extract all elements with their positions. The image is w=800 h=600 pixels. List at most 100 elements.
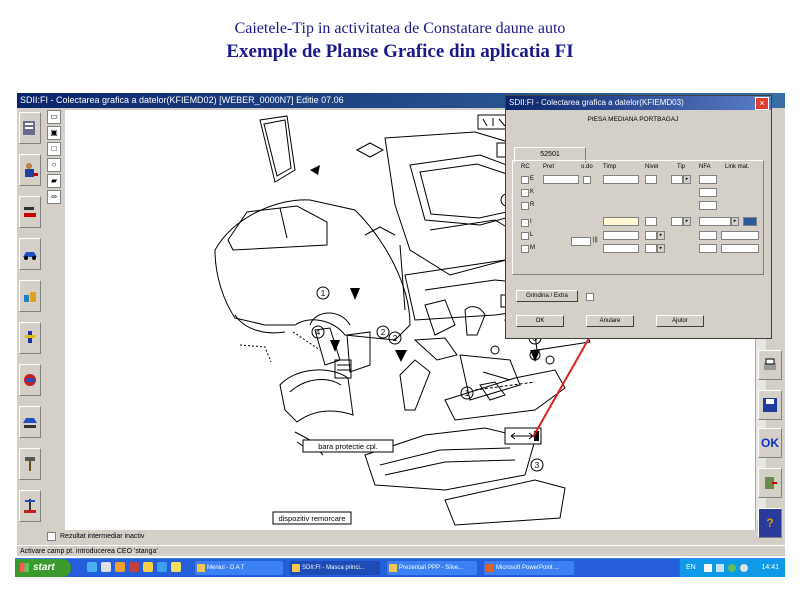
link-mat-input[interactable]: [721, 231, 759, 240]
car-wash-icon[interactable]: [19, 364, 41, 396]
save-disk-icon[interactable]: [758, 390, 782, 420]
tip-dropdown-icon[interactable]: ▸: [683, 175, 691, 184]
close-icon[interactable]: ×: [755, 97, 769, 110]
header-rc: RC: [521, 164, 530, 170]
row-icon: |||: [593, 237, 598, 243]
task-powerpoint[interactable]: Microsoft PowerPoint ...: [484, 561, 574, 575]
nivel-input[interactable]: [645, 175, 657, 184]
row-code: M: [530, 245, 535, 251]
intermediate-result-row[interactable]: Rezultat intermediar inactiv: [47, 531, 747, 543]
tray-icon[interactable]: [704, 564, 712, 572]
nivel-input[interactable]: [645, 231, 657, 240]
nfa-dropdown-icon[interactable]: ▸: [731, 217, 739, 226]
nfa-input[interactable]: [699, 201, 717, 210]
start-label: start: [33, 562, 55, 573]
task-label: Meniul - D A T: [207, 565, 245, 571]
task-sdii-fi[interactable]: SDII:FI - Masca princi...: [290, 561, 380, 575]
jack-icon[interactable]: [19, 490, 41, 522]
nfa-input[interactable]: [699, 188, 717, 197]
rect-icon[interactable]: □: [47, 142, 61, 156]
row-code: K: [530, 189, 535, 195]
tray-icon[interactable]: [740, 564, 748, 572]
paint-gun-icon[interactable]: [19, 322, 41, 354]
select-icon[interactable]: ▭: [47, 110, 61, 124]
row-checkbox[interactable]: [521, 189, 529, 197]
folder-icon: [389, 564, 397, 572]
tray-icon[interactable]: [728, 564, 736, 572]
nivel-input[interactable]: [645, 244, 657, 253]
help-icon[interactable]: ?: [758, 508, 782, 538]
cancel-button[interactable]: Anulare: [586, 315, 634, 327]
mechanic-icon[interactable]: [19, 154, 41, 186]
quicklaunch-icon[interactable]: [101, 562, 111, 572]
nivel-dropdown-icon[interactable]: ▸: [657, 231, 665, 240]
header-nivel: Nivel: [645, 164, 659, 170]
callout-number: 1: [465, 389, 470, 398]
quicklaunch-icon[interactable]: [115, 562, 125, 572]
tip-input[interactable]: [671, 217, 683, 226]
intermediate-result-checkbox[interactable]: [47, 531, 56, 541]
grindina-extra-button[interactable]: Grindina / Extra: [516, 290, 578, 302]
printer-icon[interactable]: [758, 350, 782, 380]
parts-icon[interactable]: [19, 280, 41, 312]
quicklaunch-icon[interactable]: [129, 562, 139, 572]
timp-input[interactable]: [603, 231, 639, 240]
app-icon: [197, 564, 205, 572]
nivel-dropdown-icon[interactable]: ▸: [657, 244, 665, 253]
timp-input[interactable]: [603, 244, 639, 253]
zoom-icon[interactable]: ▣: [47, 126, 61, 140]
link-mat-button[interactable]: [743, 217, 757, 226]
quicklaunch-icon[interactable]: [171, 562, 181, 572]
quicklaunch-icon[interactable]: [143, 562, 153, 572]
odo-checkbox[interactable]: [583, 176, 591, 184]
task-meniul[interactable]: Meniul - D A T: [195, 561, 283, 575]
label-dispozitiv-remorcare: dispozitiv remorcare: [278, 514, 345, 523]
nfa-input[interactable]: [699, 217, 731, 226]
car-mini-icon[interactable]: ▰: [47, 174, 61, 188]
timp-input[interactable]: [603, 217, 639, 226]
help-button[interactable]: Ajutor: [656, 315, 704, 327]
row-checkbox[interactable]: [521, 176, 529, 184]
nfa-input[interactable]: [699, 231, 717, 240]
exit-door-icon[interactable]: [758, 468, 782, 498]
tip-input[interactable]: [671, 175, 683, 184]
hammer-icon[interactable]: [19, 448, 41, 480]
car-lift-icon[interactable]: [19, 406, 41, 438]
powerpoint-icon: [486, 564, 494, 572]
row-checkbox[interactable]: [521, 245, 529, 253]
ok-button[interactable]: OK: [516, 315, 564, 327]
reports-icon[interactable]: [19, 112, 41, 144]
car-bodywork-icon[interactable]: [19, 238, 41, 270]
task-label: Microsoft PowerPoint ...: [496, 565, 560, 571]
status-bar: Activare camp pt. introducerea CEO 'stan…: [17, 545, 785, 556]
nfa-input[interactable]: [699, 175, 717, 184]
tray-icon[interactable]: [716, 564, 724, 572]
ok-icon[interactable]: OK: [758, 428, 782, 458]
quicklaunch-icon[interactable]: [157, 562, 167, 572]
link-mat-input[interactable]: [721, 244, 759, 253]
header-nfa: NFA: [699, 164, 711, 170]
nfa-input[interactable]: [699, 244, 717, 253]
start-button[interactable]: start: [15, 559, 71, 577]
l-m-input[interactable]: [571, 237, 591, 246]
small-tools: ▭ ▣ □ ○ ▰ ∞: [47, 110, 63, 204]
binoculars-icon[interactable]: ∞: [47, 190, 61, 204]
timp-input[interactable]: [603, 175, 639, 184]
row-checkbox[interactable]: [521, 232, 529, 240]
nivel-input[interactable]: [645, 217, 657, 226]
quicklaunch-icon[interactable]: [87, 562, 97, 572]
operations-grid: RC Pret o.do Timp Nivel Tip NFA Link mat…: [512, 160, 764, 275]
task-prezentari[interactable]: Prezentari PPP - Silve...: [387, 561, 477, 575]
tip-dropdown-icon[interactable]: ▸: [683, 217, 691, 226]
wrench-car-icon[interactable]: [19, 196, 41, 228]
callout-number: 3: [535, 461, 540, 470]
circle-icon[interactable]: ○: [47, 158, 61, 172]
system-tray: EN 14:41: [679, 559, 785, 577]
row-code: I: [530, 219, 532, 225]
row-checkbox[interactable]: [521, 202, 529, 210]
callout-number: 2: [381, 328, 386, 337]
grindina-checkbox[interactable]: [586, 293, 594, 301]
row-checkbox[interactable]: [521, 219, 529, 227]
language-indicator[interactable]: EN: [686, 559, 696, 577]
pret-input[interactable]: [543, 175, 579, 184]
